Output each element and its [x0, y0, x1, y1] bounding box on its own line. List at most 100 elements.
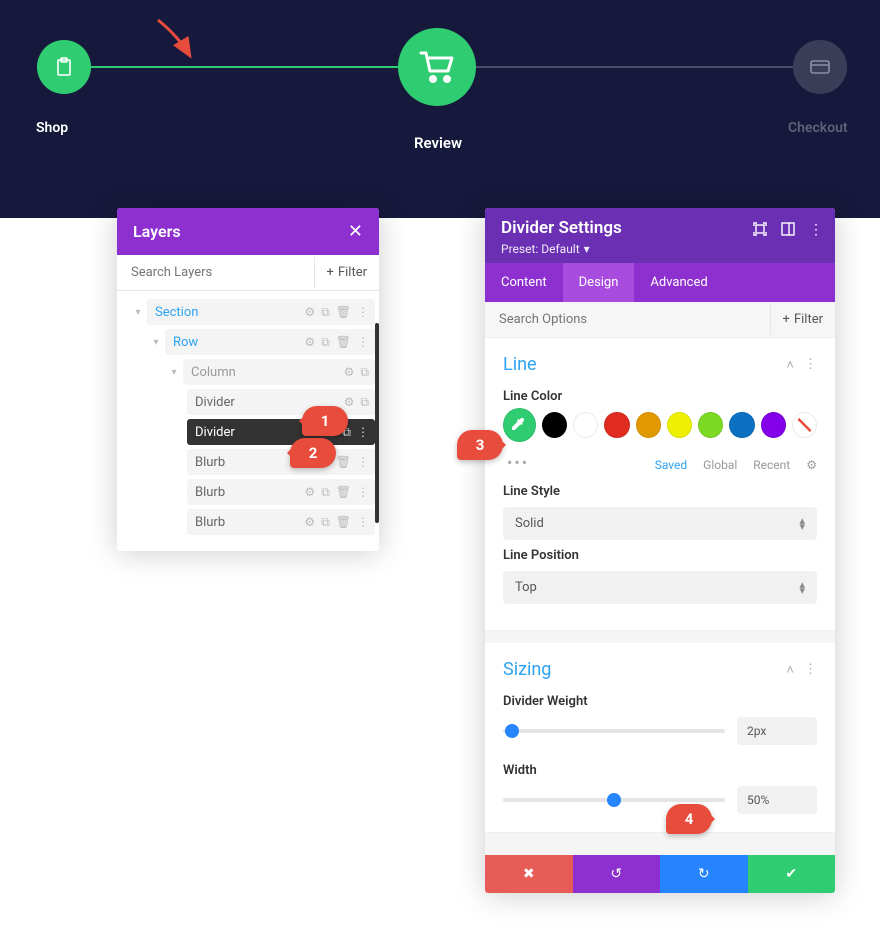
- chevron-down-icon[interactable]: ▾: [133, 307, 143, 318]
- section-sizing: Sizing ˄ ⋮ Divider Weight 2px Width 50%: [485, 643, 835, 833]
- chevron-up-icon[interactable]: ˄: [786, 662, 794, 678]
- check-icon: ✔: [785, 866, 797, 882]
- swatch-red[interactable]: [604, 412, 629, 438]
- cancel-button[interactable]: ✖: [485, 855, 573, 893]
- layers-search-input[interactable]: [117, 255, 314, 290]
- swatch-blue[interactable]: [729, 412, 754, 438]
- layers-header[interactable]: Layers ✕: [117, 208, 379, 255]
- layers-scrollbar[interactable]: [375, 323, 379, 523]
- step-review-label: Review: [414, 134, 462, 152]
- swatch-lime[interactable]: [698, 412, 723, 438]
- tree-column-row[interactable]: ▾ Column ⚙ ⧉: [121, 357, 375, 387]
- layers-title: Layers: [133, 222, 181, 241]
- trash-icon[interactable]: 🗑: [336, 335, 351, 350]
- chevron-down-icon[interactable]: ▾: [151, 337, 161, 348]
- chevron-up-icon[interactable]: ˄: [786, 357, 794, 373]
- more-colors-icon[interactable]: •••: [503, 453, 529, 472]
- clipboard-icon: [55, 57, 73, 77]
- more-icon[interactable]: ⋮: [357, 305, 369, 320]
- weight-slider-thumb[interactable]: [505, 724, 519, 738]
- more-icon[interactable]: ⋮: [357, 455, 369, 470]
- tree-item-blurb-3[interactable]: Blurb ⚙⧉🗑⋮: [121, 507, 375, 537]
- tab-content[interactable]: Content: [485, 263, 563, 302]
- settings-preset[interactable]: Preset: Default▾: [501, 242, 590, 256]
- duplicate-icon[interactable]: ⧉: [321, 335, 330, 350]
- redo-button[interactable]: ↻: [660, 855, 748, 893]
- callout-3: 3: [457, 430, 503, 460]
- tree-item-blurb-2[interactable]: Blurb ⚙ ⧉ 🗑 ⋮: [121, 477, 375, 507]
- weight-slider[interactable]: [503, 729, 725, 733]
- gear-icon[interactable]: ⚙: [304, 515, 315, 530]
- duplicate-icon[interactable]: ⧉: [321, 515, 330, 530]
- more-icon[interactable]: ⋮: [357, 485, 369, 500]
- width-slider-thumb[interactable]: [607, 793, 621, 807]
- gear-icon[interactable]: ⚙: [806, 458, 817, 472]
- step-shop[interactable]: [37, 40, 91, 94]
- tab-design[interactable]: Design: [563, 263, 635, 302]
- step-review[interactable]: [398, 28, 476, 106]
- save-button[interactable]: ✔: [748, 855, 836, 893]
- focus-icon[interactable]: [753, 222, 767, 238]
- gear-icon[interactable]: ⚙: [304, 335, 315, 350]
- trash-icon[interactable]: 🗑: [336, 305, 351, 320]
- width-value[interactable]: 50%: [737, 786, 817, 814]
- close-icon: ✖: [523, 866, 535, 882]
- line-color-label: Line Color: [503, 389, 817, 404]
- step-checkout[interactable]: [793, 40, 847, 94]
- tree-section-row[interactable]: ▾ Section ⚙ ⧉ 🗑 ⋮: [121, 297, 375, 327]
- select-caret-icon: ▴▾: [799, 518, 805, 530]
- swatch-green-active[interactable]: [503, 408, 536, 442]
- annotation-arrow: [150, 14, 210, 74]
- tree-item-blurb-1[interactable]: Blurb ⚙⧉🗑⋮: [121, 447, 375, 477]
- trash-icon[interactable]: 🗑: [336, 455, 351, 470]
- plus-icon: +: [327, 265, 334, 280]
- swatch-purple[interactable]: [761, 412, 786, 438]
- tab-advanced[interactable]: Advanced: [634, 263, 723, 302]
- trash-icon[interactable]: 🗑: [336, 485, 351, 500]
- more-icon[interactable]: ⋮: [804, 357, 817, 373]
- duplicate-icon[interactable]: ⧉: [321, 305, 330, 320]
- swatch-none[interactable]: [792, 412, 817, 438]
- more-icon[interactable]: ⋮: [357, 425, 369, 440]
- swatch-black[interactable]: [542, 412, 567, 438]
- color-tab-global[interactable]: Global: [703, 458, 737, 472]
- tree-row-row[interactable]: ▾ Row ⚙ ⧉ 🗑 ⋮: [121, 327, 375, 357]
- duplicate-icon[interactable]: ⧉: [360, 395, 369, 410]
- tree-item-label: Blurb: [195, 485, 225, 500]
- line-style-select[interactable]: Solid ▴▾: [503, 507, 817, 540]
- panel-icon[interactable]: [781, 222, 795, 238]
- settings-search-input[interactable]: [485, 302, 770, 337]
- gear-icon[interactable]: ⚙: [304, 485, 315, 500]
- callout-1: 1: [302, 406, 348, 436]
- weight-value[interactable]: 2px: [737, 717, 817, 745]
- eyedropper-icon: [511, 417, 527, 433]
- more-icon[interactable]: ⋮: [804, 662, 817, 678]
- undo-button[interactable]: ↺: [573, 855, 661, 893]
- trash-icon[interactable]: 🗑: [336, 515, 351, 530]
- chevron-down-icon[interactable]: ▾: [169, 367, 179, 378]
- tree-column-label: Column: [191, 365, 236, 380]
- gear-icon[interactable]: ⚙: [344, 365, 355, 380]
- tree-item-label: Divider: [195, 425, 235, 440]
- duplicate-icon[interactable]: ⧉: [321, 485, 330, 500]
- gear-icon[interactable]: ⚙: [304, 305, 315, 320]
- width-slider[interactable]: [503, 798, 725, 802]
- swatch-yellow[interactable]: [667, 412, 692, 438]
- settings-header[interactable]: Divider Settings Preset: Default▾ ⋮: [485, 208, 835, 263]
- settings-filter-button[interactable]: + Filter: [770, 304, 835, 335]
- more-icon[interactable]: ⋮: [809, 222, 823, 238]
- undo-icon: ↺: [610, 866, 622, 882]
- color-tab-saved[interactable]: Saved: [655, 458, 687, 472]
- step-line-done: [64, 66, 400, 68]
- color-tab-recent[interactable]: Recent: [753, 458, 790, 472]
- line-position-select[interactable]: Top ▴▾: [503, 571, 817, 604]
- swatch-orange[interactable]: [636, 412, 661, 438]
- layers-filter-button[interactable]: + Filter: [314, 257, 379, 288]
- more-icon[interactable]: ⋮: [357, 515, 369, 530]
- duplicate-icon[interactable]: ⧉: [360, 365, 369, 380]
- gear-icon[interactable]: ⚙: [344, 395, 355, 410]
- more-icon[interactable]: ⋮: [357, 335, 369, 350]
- swatch-white[interactable]: [573, 412, 598, 438]
- close-icon[interactable]: ✕: [348, 221, 363, 242]
- section-line: Line ˄ ⋮ Line Color: [485, 338, 835, 631]
